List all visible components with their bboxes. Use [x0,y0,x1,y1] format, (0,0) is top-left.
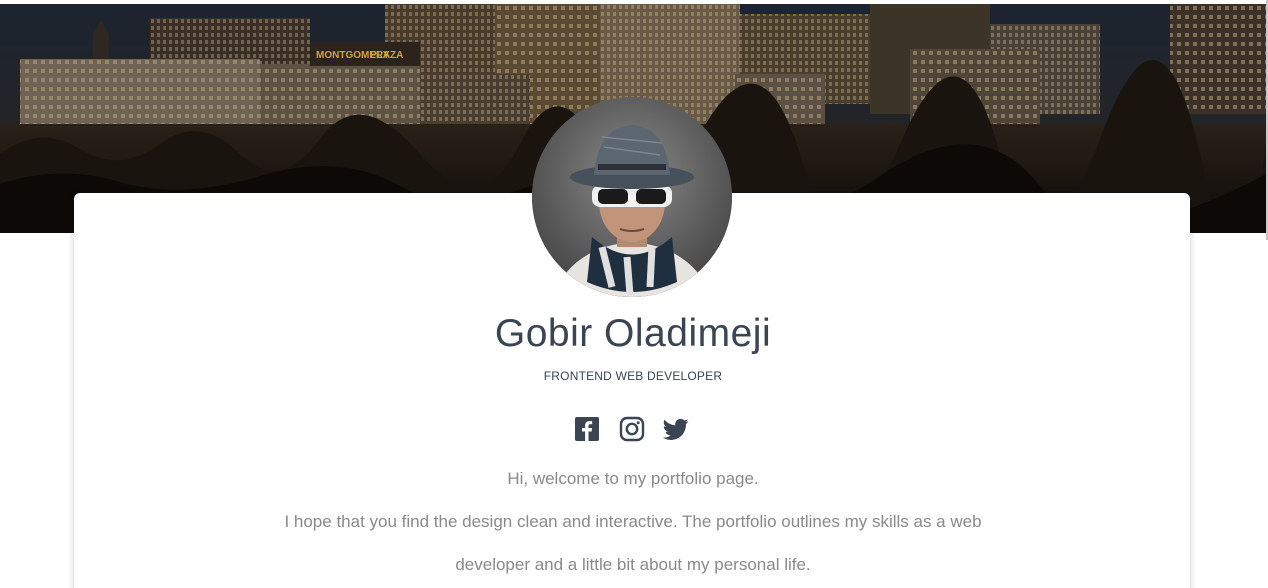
hero-sign-text-right: PLAZA [370,50,403,61]
portfolio-page: MONTGOMERY PLAZA Gobir Oladimeji FRONTEN… [0,0,1268,588]
intro-line-2: I hope that you find the design clean an… [284,512,982,531]
intro-line-1: Hi, welcome to my portfolio page. [507,469,759,488]
instagram-icon[interactable] [619,416,645,442]
intro-line-3: developer and a little bit about my pers… [455,555,811,574]
profile-avatar [532,97,732,297]
profile-name: Gobir Oladimeji [494,312,772,355]
twitter-icon[interactable] [662,416,689,442]
profile-role: FRONTEND WEB DEVELOPER [543,369,723,383]
facebook-icon[interactable] [574,416,600,442]
social-links [574,416,692,442]
